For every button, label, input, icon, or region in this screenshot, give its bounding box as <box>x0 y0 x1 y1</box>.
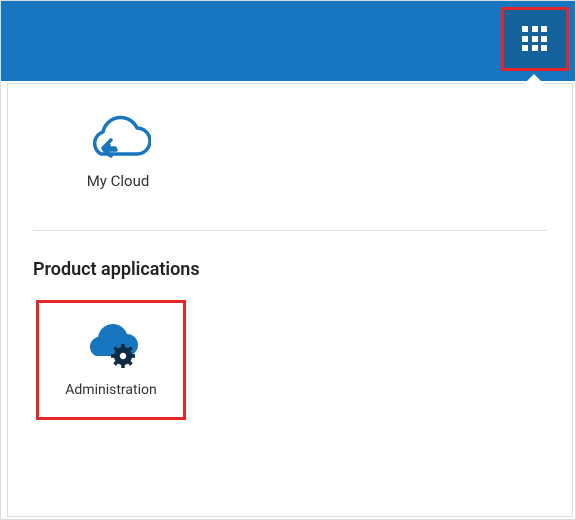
cloud-gear-icon <box>83 322 139 370</box>
top-bar <box>1 1 575 81</box>
apps-grid-icon <box>522 26 548 52</box>
dropdown-caret <box>524 74 544 84</box>
cloud-back-icon <box>85 114 151 162</box>
app-label: Administration <box>65 382 156 398</box>
shortcut-section: My Cloud <box>8 84 572 230</box>
apps-dropdown-panel: My Cloud Product applications <box>7 83 573 517</box>
app-tile-administration[interactable]: Administration <box>36 300 186 420</box>
apps-launcher-button[interactable] <box>501 7 569 71</box>
shortcut-my-cloud[interactable]: My Cloud <box>48 114 188 190</box>
shortcut-label: My Cloud <box>87 172 150 190</box>
section-title-product-applications: Product applications <box>8 231 572 290</box>
